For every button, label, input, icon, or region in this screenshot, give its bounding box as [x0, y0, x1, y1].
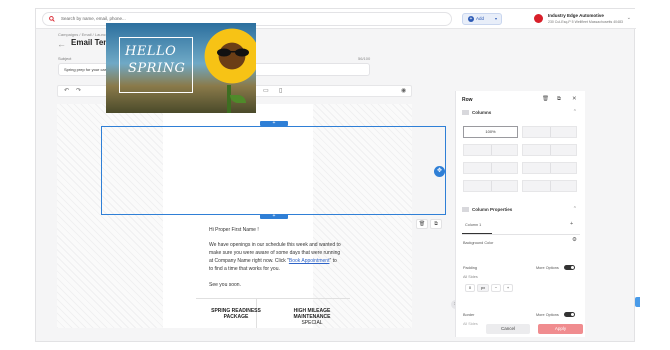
eye-icon[interactable]: ◉: [401, 87, 406, 94]
cancel-button[interactable]: Cancel: [486, 324, 530, 334]
hero-image[interactable]: HELLO SPRING: [106, 23, 256, 113]
selected-row-outline[interactable]: [101, 126, 446, 215]
row-add-bottom-handle[interactable]: +: [260, 214, 288, 219]
back-arrow-icon[interactable]: ←: [57, 39, 66, 49]
padding-value-input[interactable]: 0: [465, 284, 475, 292]
tab-active-indicator: [462, 233, 492, 234]
package-heading-2[interactable]: HIGH MILEAGE MAINTENANCE SPECIAL: [284, 308, 340, 326]
color-picker-icon[interactable]: ⚙: [572, 237, 577, 243]
tab-column-1[interactable]: Column 1: [465, 223, 481, 227]
border-more-options-toggle[interactable]: [564, 312, 575, 317]
delete-icon[interactable]: 🗑: [542, 96, 549, 102]
border-more-options-label: More Options: [536, 313, 559, 317]
body-line-3-tail: " to: [329, 258, 337, 264]
row-add-top-handle[interactable]: +: [260, 121, 288, 126]
column-properties-header[interactable]: Column Properties: [462, 207, 513, 213]
body-line-3[interactable]: at Company Name right now. Click "Book A…: [209, 258, 337, 264]
columns-section-header[interactable]: Columns: [462, 110, 492, 116]
hero-title-line2: SPRING: [128, 61, 186, 76]
account-logo[interactable]: [534, 14, 543, 23]
layout-option-three-col[interactable]: [463, 162, 518, 174]
add-column-icon[interactable]: +: [570, 221, 573, 227]
layout-option-75-25[interactable]: [522, 180, 577, 192]
desktop-preview-icon[interactable]: ▭: [263, 87, 269, 94]
body-line-4[interactable]: to find a time that works for you.: [209, 266, 280, 272]
delete-row-icon[interactable]: 🗑: [416, 219, 428, 229]
body-line-2[interactable]: make sure you were aware of some days th…: [209, 250, 340, 256]
side-help-tab[interactable]: [635, 297, 640, 307]
border-all-sides-label: All Sides: [463, 322, 478, 326]
package-heading-2-line3: SPECIAL: [301, 320, 323, 326]
column-top-divider-right: [257, 298, 350, 299]
padding-label: Padding: [463, 266, 477, 270]
mobile-preview-icon[interactable]: ▯: [279, 87, 282, 94]
apply-button[interactable]: Apply: [538, 324, 583, 334]
search-icon: [49, 16, 55, 22]
package-heading-1-line2: PACKAGE: [223, 314, 249, 320]
body-line-1[interactable]: We have openings in our schedule this we…: [209, 242, 341, 248]
columns-icon: [462, 110, 469, 116]
hero-title-line1: HELLO: [125, 44, 177, 59]
account-name[interactable]: Industry Edge Automotive: [548, 13, 604, 18]
close-icon[interactable]: ✕: [572, 96, 577, 102]
padding-more-options-label: More Options: [536, 266, 559, 270]
account-chevron-icon[interactable]: ⌄: [627, 15, 631, 21]
plus-icon: +: [468, 16, 474, 22]
sunflower-leaf: [230, 95, 246, 103]
properties-panel: Row 🗑 ⧉ ✕ Columns ⌃ 100% Column Properti…: [455, 91, 585, 337]
body-line-3-text: at Company Name right now. Click ": [209, 258, 289, 264]
layout-option-67-33[interactable]: [522, 144, 577, 156]
copy-icon[interactable]: ⧉: [557, 96, 561, 103]
border-label: Border: [463, 313, 475, 317]
layout-option-25-75[interactable]: [522, 162, 577, 174]
greeting-text[interactable]: Hi Proper First Name !: [209, 227, 259, 233]
layout-option-four-col[interactable]: [463, 180, 518, 192]
redo-icon[interactable]: ↷: [76, 87, 81, 94]
add-label: Add: [476, 16, 485, 21]
undo-icon[interactable]: ↶: [64, 87, 69, 94]
package-heading-1[interactable]: SPRING READINESS PACKAGE: [204, 308, 268, 320]
panel-title: Row: [462, 97, 473, 103]
sunglasses-icon: [217, 48, 249, 57]
book-appointment-link[interactable]: Book Appointment: [289, 258, 330, 264]
padding-decrement-button[interactable]: −: [491, 284, 501, 292]
chevron-up-icon-2[interactable]: ⌃: [573, 206, 577, 212]
padding-all-sides-label: All Sides: [463, 275, 478, 279]
padding-more-options-toggle[interactable]: [564, 265, 575, 270]
column-properties-icon: [462, 207, 469, 213]
column-top-divider-left: [196, 298, 256, 299]
subject-label: Subject: [58, 56, 72, 61]
columns-heading: Columns: [472, 110, 492, 115]
move-icon[interactable]: ✥: [434, 166, 445, 177]
subject-char-count: 56/100: [358, 56, 371, 61]
layout-option-50-50[interactable]: [522, 126, 577, 138]
column-properties-heading: Column Properties: [472, 207, 513, 212]
chevron-up-icon[interactable]: ⌃: [573, 109, 577, 115]
padding-increment-button[interactable]: +: [503, 284, 513, 292]
add-button[interactable]: + Add ▾: [462, 13, 502, 25]
layout-option-33-67[interactable]: [463, 144, 518, 156]
search-placeholder: Search by name, email, phone...: [61, 16, 126, 21]
chevron-down-icon: ▾: [494, 16, 497, 21]
layout-option-100[interactable]: 100%: [463, 126, 518, 138]
sign-off-text[interactable]: See you soon.: [209, 282, 241, 288]
account-address: 230 Cul-Esq-P 5 Wellfleet Massachusetts …: [548, 20, 623, 24]
background-color-label: Background Color: [463, 241, 494, 245]
duplicate-row-icon[interactable]: ⧉: [430, 219, 442, 229]
padding-unit[interactable]: px: [477, 284, 489, 292]
